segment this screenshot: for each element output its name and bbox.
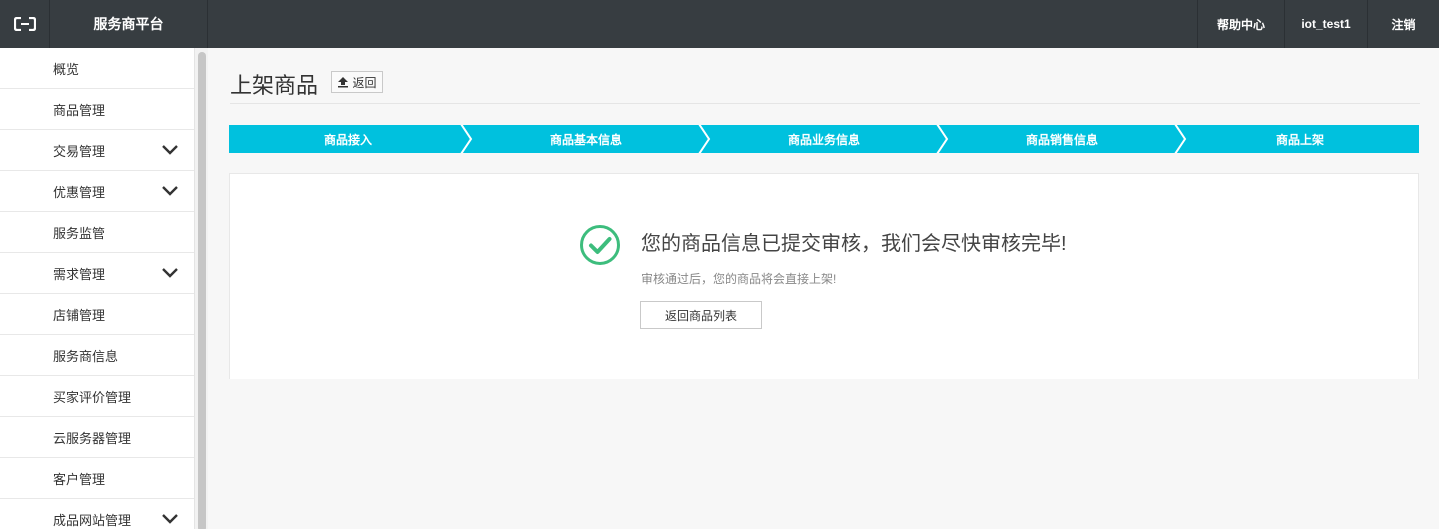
logout-link[interactable]: 注销 <box>1367 0 1439 48</box>
brand-title[interactable]: 服务商平台 <box>50 0 208 48</box>
top-bar: 服务商平台 帮助中心 iot_test1 注销 <box>0 0 1439 48</box>
sidebar-item-label: 服务商信息 <box>53 348 119 364</box>
chevron-down-icon[interactable] <box>160 512 180 526</box>
chevron-down-icon[interactable] <box>160 143 180 157</box>
back-arrow-icon <box>338 77 349 88</box>
sidebar-item-label: 成品网站管理 <box>53 512 132 528</box>
sidebar-item[interactable]: 店铺管理 <box>0 294 194 335</box>
chevron-down-icon[interactable] <box>160 266 180 280</box>
return-to-product-list-button[interactable]: 返回商品列表 <box>640 301 762 329</box>
scrollbar-thumb[interactable] <box>198 52 206 529</box>
back-button[interactable]: 返回 <box>331 71 383 93</box>
back-button-label: 返回 <box>352 75 377 90</box>
title-divider <box>230 103 1420 104</box>
sidebar: 概览商品管理交易管理优惠管理服务监管需求管理店铺管理服务商信息买家评价管理 云服务… <box>0 48 194 529</box>
top-nav: 帮助中心 iot_test1 注销 <box>1197 0 1439 48</box>
sidebar-item-label: 云服务器管理 <box>53 430 132 446</box>
sidebar-item-label: 交易管理 <box>53 143 106 159</box>
main-content: 上架商品 返回 商品接入 商品基本信息 商品业务信息 商品销售信息 商品上架 您的商品信… <box>208 48 1439 529</box>
sidebar-item[interactable]: 概览 <box>0 48 194 89</box>
sidebar-item[interactable]: 客户管理 <box>0 458 194 499</box>
sidebar-item[interactable]: 交易管理 <box>0 130 194 171</box>
sidebar-item-label: 店铺管理 <box>53 307 106 323</box>
sidebar-item-label: 商品管理 <box>53 102 106 118</box>
step-1: 商品接入 <box>323 132 372 147</box>
step-4: 商品销售信息 <box>1025 132 1098 147</box>
chevron-down-icon[interactable] <box>160 184 180 198</box>
sidebar-item-label: 客户管理 <box>53 471 106 487</box>
sidebar-item[interactable]: 云服务器管理 <box>0 417 194 458</box>
sidebar-item[interactable]: 优惠管理 <box>0 171 194 212</box>
aliyun-logo-icon[interactable] <box>0 0 50 48</box>
sidebar-item-label: 优惠管理 <box>53 184 106 200</box>
step-2: 商品基本信息 <box>549 132 622 147</box>
sidebar-item[interactable]: 买家评价管理 <box>0 376 194 417</box>
page-title: 上架商品 <box>230 73 319 98</box>
help-center-link[interactable]: 帮助中心 <box>1197 0 1284 48</box>
sidebar-item[interactable]: 服务商信息 <box>0 335 194 376</box>
result-title: 您的商品信息已提交审核，我们会尽快审核完毕! <box>641 233 1067 255</box>
step-progress: 商品接入 商品基本信息 商品业务信息 商品销售信息 商品上架 <box>229 125 1419 153</box>
sidebar-item-label: 需求管理 <box>53 266 106 282</box>
sidebar-item[interactable]: 成品网站管理 <box>0 499 194 529</box>
result-subtitle: 审核通过后，您的商品将会直接上架! <box>641 272 837 286</box>
check-circle-icon <box>580 225 620 265</box>
step-3: 商品业务信息 <box>787 132 860 147</box>
sidebar-item[interactable]: 服务监管 <box>0 212 194 253</box>
step-5: 商品上架 <box>1275 132 1324 147</box>
sidebar-item-label: 概览 <box>53 61 80 77</box>
user-menu[interactable]: iot_test1 <box>1284 0 1367 48</box>
sidebar-item[interactable]: 需求管理 <box>0 253 194 294</box>
sidebar-item[interactable]: 商品管理 <box>0 89 194 130</box>
result-panel: 您的商品信息已提交审核，我们会尽快审核完毕! 审核通过后，您的商品将会直接上架!… <box>229 173 1419 379</box>
sidebar-scrollbar[interactable] <box>194 48 208 529</box>
sidebar-item-label: 服务监管 <box>53 225 106 241</box>
sidebar-item-label: 买家评价管理 <box>53 389 132 405</box>
